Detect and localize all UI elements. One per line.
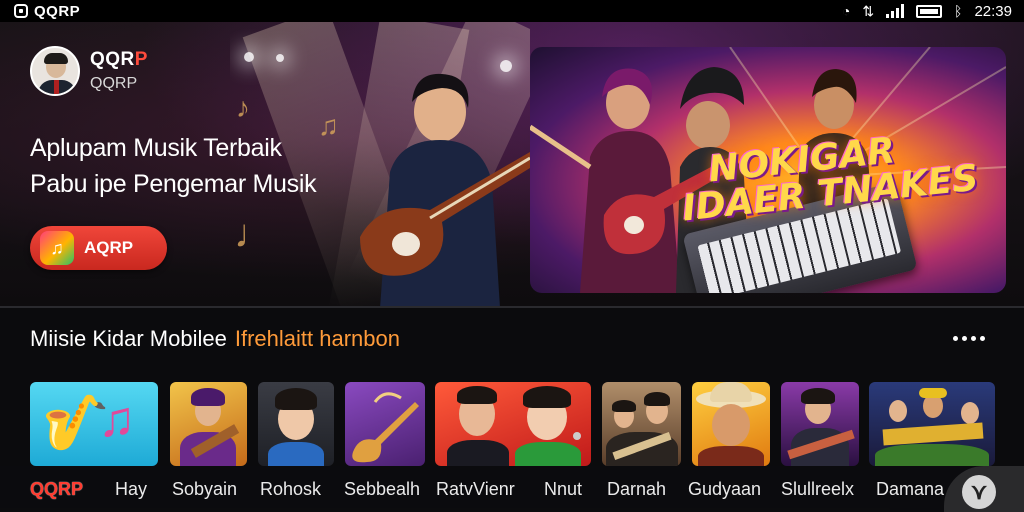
- nav-item-damana[interactable]: Damana: [876, 479, 944, 500]
- app-icon: [14, 4, 28, 18]
- profile-handle: QQRP: [90, 75, 138, 92]
- profile-name: QQRP: [90, 49, 148, 71]
- section-accent[interactable]: Ifrehlaitt harnbon: [235, 326, 400, 352]
- nav-item-nnut[interactable]: Nnut: [544, 479, 582, 500]
- thumbnail-band-poster[interactable]: [869, 382, 995, 466]
- thumbnail-stage-guitarist[interactable]: [781, 382, 859, 466]
- status-app-name: QQRP: [34, 2, 81, 20]
- nav-item-sobyain[interactable]: Sobyain: [172, 479, 237, 500]
- section-header: Miisie Kidar Mobilee Ifrehlaitt harnbon: [30, 326, 400, 352]
- nav-item-hay[interactable]: Hay: [115, 479, 147, 500]
- promo-banner[interactable]: NOKIGAR IDAER TNAKES: [530, 47, 1006, 293]
- music-note-icon: ♫: [98, 391, 136, 447]
- hero-tagline: Aplupam Musik Terbaik Pabu ipe Pengemar …: [30, 130, 317, 202]
- profile-name-accent: P: [134, 49, 148, 70]
- chevron-down-icon[interactable]: ⋎: [962, 475, 996, 509]
- bluetooth-icon: ᛒ: [954, 3, 963, 19]
- profile-header[interactable]: QQRP QQRP: [30, 46, 148, 96]
- thumbnail-saxophone-note[interactable]: 🎷 ♫: [30, 382, 158, 466]
- avatar[interactable]: [30, 46, 80, 96]
- nav-item-slullreelx[interactable]: Slullreelx: [781, 479, 854, 500]
- more-dots-icon[interactable]: [946, 326, 992, 350]
- app-logo-icon: ♫: [40, 231, 74, 265]
- profile-name-prefix: QQR: [90, 49, 135, 70]
- status-time: 22:39: [974, 2, 1012, 20]
- status-bar-right: ◔ ⇅ ᛒ 22:39: [842, 3, 1012, 20]
- thumbnail-cowboy-singer[interactable]: [692, 382, 770, 466]
- thumbnail-purple-guitar[interactable]: [345, 382, 425, 466]
- data-icon: ⇅: [862, 3, 875, 19]
- nav-item-rohosk[interactable]: Rohosk: [260, 479, 321, 500]
- cta-label: AQRP: [84, 238, 134, 257]
- thumbnail-duo-singers[interactable]: [435, 382, 591, 466]
- profile-text: QQRP QQRP: [90, 49, 148, 93]
- thumbnail-boy-guitarist[interactable]: [170, 382, 247, 466]
- wifi-icon: ◔: [841, 3, 851, 19]
- signal-icon: [886, 4, 905, 18]
- tagline-line-2: Pabu ipe Pengemar Musik: [30, 170, 317, 198]
- battery-icon: [916, 4, 943, 18]
- status-bar-left: QQRP: [14, 3, 80, 20]
- cta-button[interactable]: ♫ AQRP: [30, 226, 167, 270]
- nav-item-darnah[interactable]: Darnah: [607, 479, 666, 500]
- nav-item-qqrp[interactable]: QQRP: [30, 479, 83, 500]
- nav-item-gudyaan[interactable]: Gudyaan: [688, 479, 761, 500]
- nav-item-sebbealh[interactable]: Sebbealh: [344, 479, 420, 500]
- section-title: Miisie Kidar Mobilee: [30, 326, 227, 351]
- divider: [0, 306, 1024, 308]
- status-bar: QQRP ◔ ⇅ ᛒ 22:39: [0, 0, 1024, 22]
- bottom-nav: QQRP Hay Sobyain Rohosk Sebbealh RatvVie…: [0, 466, 1024, 512]
- thumbnail-band-guitarists[interactable]: [602, 382, 681, 466]
- nav-item-ratvvienr[interactable]: RatvVienr: [436, 479, 515, 500]
- tagline-line-1: Aplupam Musik Terbaik: [30, 134, 282, 162]
- thumbnail-boy-portrait[interactable]: [258, 382, 334, 466]
